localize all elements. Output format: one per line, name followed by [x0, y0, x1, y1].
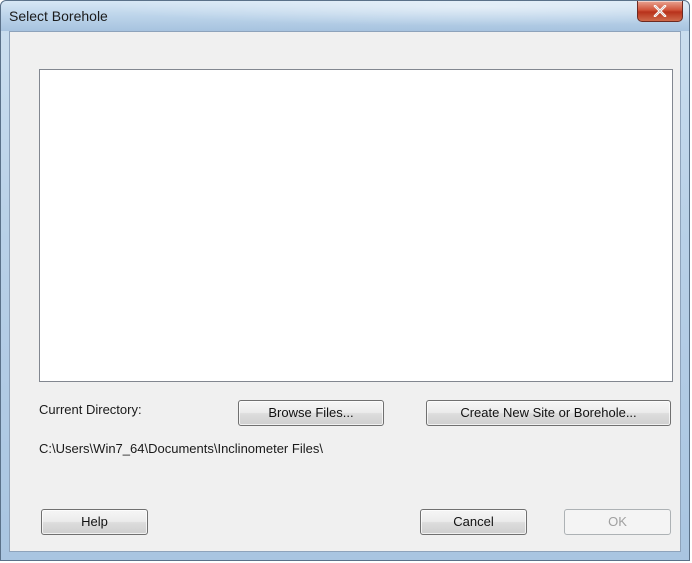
borehole-list[interactable] [39, 69, 673, 382]
title-bar[interactable]: Select Borehole [1, 1, 689, 31]
create-new-site-or-borehole-button[interactable]: Create New Site or Borehole... [426, 400, 671, 426]
close-button[interactable] [637, 1, 683, 22]
browse-files-button[interactable]: Browse Files... [238, 400, 384, 426]
cancel-button[interactable]: Cancel [420, 509, 527, 535]
close-icon [653, 5, 667, 17]
dialog-body: Current Directory: Browse Files... Creat… [9, 31, 681, 552]
window-title: Select Borehole [9, 8, 108, 24]
select-borehole-dialog: Select Borehole Current Directory: Brows… [0, 0, 690, 561]
current-directory-label: Current Directory: [39, 402, 142, 417]
current-directory-path: C:\Users\Win7_64\Documents\Inclinometer … [39, 441, 323, 456]
help-button[interactable]: Help [41, 509, 148, 535]
ok-button: OK [564, 509, 671, 535]
